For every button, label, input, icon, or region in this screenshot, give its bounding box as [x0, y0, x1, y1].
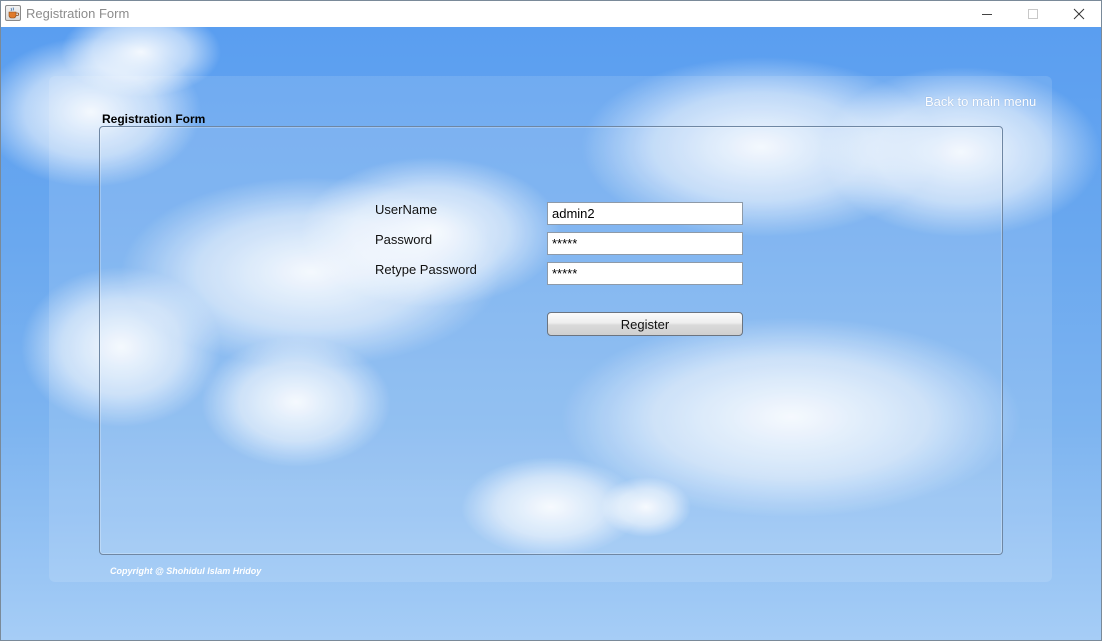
form-title: Registration Form	[102, 112, 206, 126]
application-window: Registration Form Back to main menu Regi…	[0, 0, 1102, 641]
maximize-icon	[1028, 9, 1038, 19]
close-icon	[1073, 8, 1085, 20]
back-to-main-menu-link[interactable]: Back to main menu	[925, 94, 1036, 109]
username-field[interactable]	[547, 202, 743, 225]
title-bar[interactable]: Registration Form	[1, 1, 1101, 27]
sky-background: Back to main menu Registration Form User…	[1, 27, 1101, 640]
username-label: UserName	[375, 202, 438, 217]
minimize-icon	[982, 14, 992, 15]
register-button[interactable]: Register	[547, 312, 743, 336]
retype-password-label: Retype Password	[375, 262, 477, 277]
close-button[interactable]	[1056, 1, 1101, 27]
window-title: Registration Form	[26, 6, 130, 21]
retype-password-field[interactable]	[547, 262, 743, 285]
registration-form-panel	[99, 126, 1003, 555]
password-field[interactable]	[547, 232, 743, 255]
maximize-button[interactable]	[1010, 1, 1056, 27]
minimize-button[interactable]	[964, 1, 1010, 27]
java-cup-icon	[5, 5, 21, 21]
copyright-text: Copyright @ Shohidul Islam Hridoy	[110, 566, 262, 576]
password-label: Password	[375, 232, 433, 247]
